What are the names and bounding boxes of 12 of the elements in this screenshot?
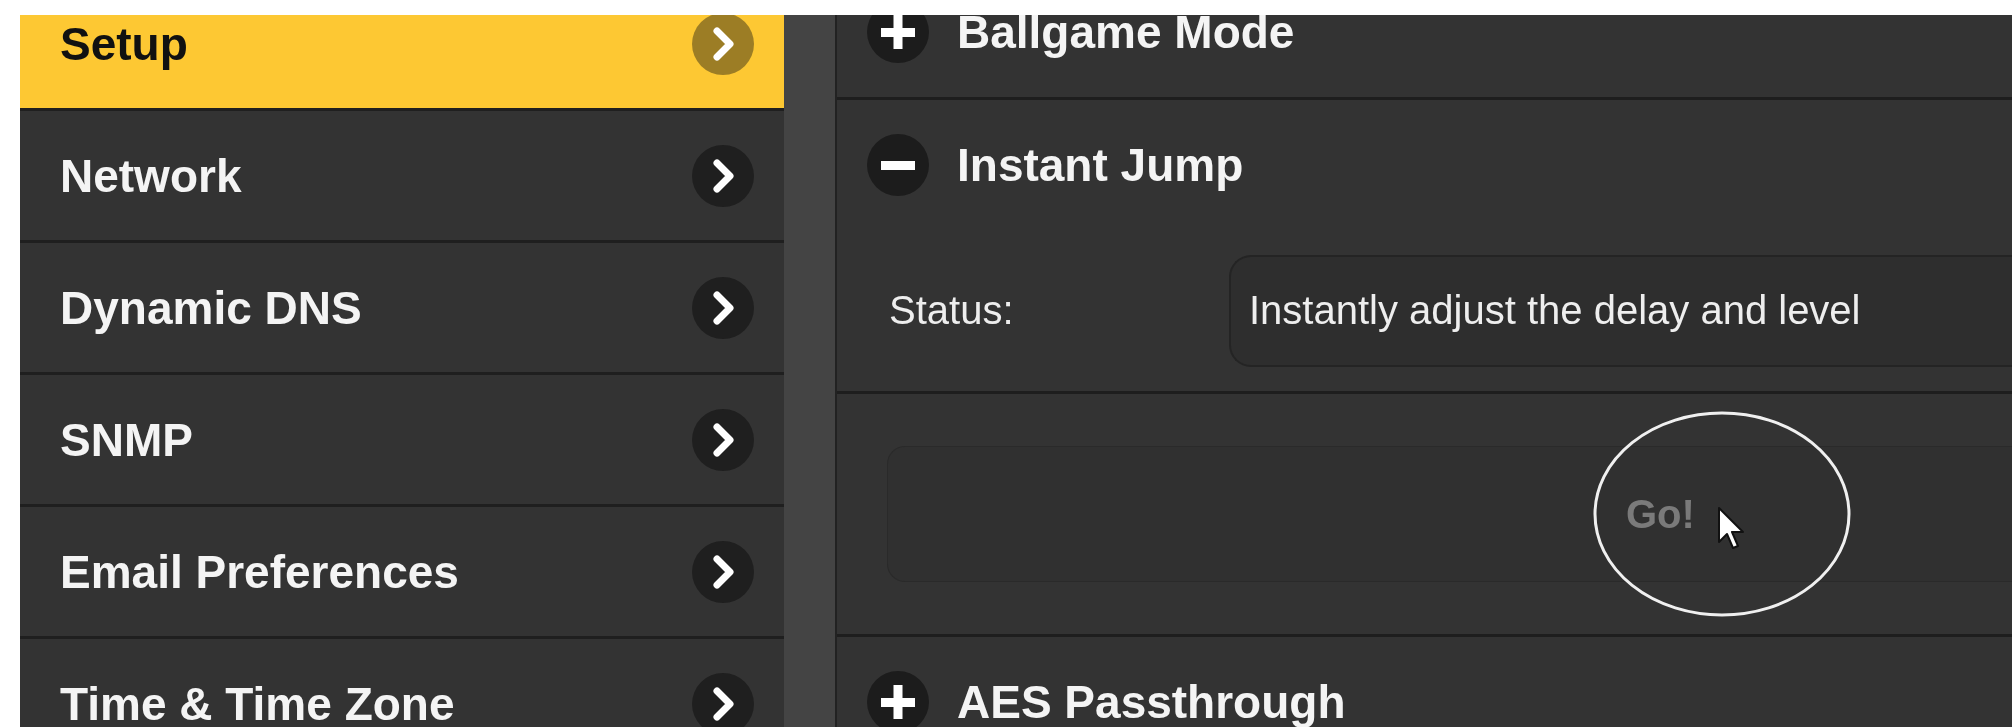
status-field: Instantly adjust the delay and level bbox=[1229, 254, 2012, 367]
section-header[interactable]: Ballgame Mode bbox=[837, 15, 2012, 97]
chevron-right-icon bbox=[692, 408, 754, 471]
chevron-right-icon bbox=[692, 15, 754, 75]
section-header[interactable]: Instant Jump bbox=[837, 100, 2012, 230]
chevron-right-icon bbox=[692, 276, 754, 339]
chevron-right-icon bbox=[692, 144, 754, 207]
chevron-right-icon bbox=[692, 672, 754, 727]
cursor-icon bbox=[1717, 506, 1747, 552]
status-label: Status: bbox=[889, 288, 1015, 333]
sidebar-item[interactable]: Setup bbox=[20, 15, 784, 111]
chevron-right-icon bbox=[692, 540, 754, 603]
